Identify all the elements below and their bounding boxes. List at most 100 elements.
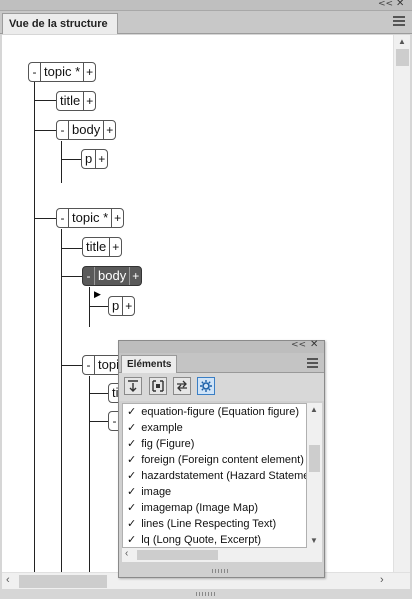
list-item[interactable]: ✓ hazardstatement (Hazard Statemen: [123, 468, 306, 484]
element-label: foreign (Foreign content element): [141, 454, 304, 466]
list-item[interactable]: ✓ fig (Figure): [123, 436, 306, 452]
element-label: example: [141, 422, 183, 434]
node-topic-2[interactable]: - topic * +: [56, 208, 125, 228]
collapse-panel-icon[interactable]: <<: [291, 340, 306, 350]
element-label: image: [141, 486, 172, 498]
elements-horizontal-scrollbar[interactable]: ‹: [122, 548, 322, 562]
resize-grip-icon[interactable]: [212, 569, 230, 573]
tree-connector: [89, 421, 109, 422]
element-label: lines (Line Respecting Text): [141, 518, 277, 530]
check-icon: ✓: [127, 485, 137, 498]
node-p-2[interactable]: p +: [108, 296, 136, 316]
scroll-left-icon[interactable]: ‹: [125, 548, 128, 559]
collapse-node-button[interactable]: -: [57, 121, 69, 139]
node-label: p: [112, 298, 120, 313]
collapse-node-button[interactable]: -: [29, 63, 41, 81]
close-panel-icon[interactable]: ✕: [396, 0, 404, 9]
node-label: title: [60, 93, 81, 108]
scroll-thumb[interactable]: [309, 445, 320, 472]
tree-connector: [34, 100, 57, 101]
tree-vertical-scrollbar[interactable]: ▲: [393, 35, 410, 572]
node-title-2[interactable]: title +: [82, 237, 123, 257]
resize-grip-icon[interactable]: [196, 592, 216, 596]
element-label: fig (Figure): [141, 438, 195, 450]
tree-connector: [61, 159, 81, 160]
scroll-right-icon[interactable]: ›: [380, 574, 384, 586]
tree-connector: [89, 306, 109, 307]
add-child-button[interactable]: +: [103, 121, 115, 139]
list-item[interactable]: ✓ lq (Long Quote, Excerpt): [123, 532, 306, 547]
check-icon: ✓: [127, 533, 137, 546]
check-icon: ✓: [127, 453, 137, 466]
node-label: title: [86, 239, 107, 254]
add-child-button[interactable]: +: [109, 238, 121, 256]
node-label: body: [72, 122, 101, 137]
elements-toolbar: [119, 373, 324, 401]
elements-tab-bar: Eléments: [119, 353, 324, 373]
scroll-thumb[interactable]: [396, 49, 409, 66]
tree-connector: [89, 287, 90, 327]
tab-bar: Vue de la structure: [0, 11, 412, 34]
tree-connector: [61, 141, 62, 183]
node-label: p: [85, 151, 93, 166]
list-item[interactable]: ✓ foreign (Foreign content element): [123, 452, 306, 468]
check-icon: ✓: [127, 517, 137, 530]
scroll-left-icon[interactable]: ‹: [6, 574, 10, 586]
collapse-node-button[interactable]: -: [83, 267, 95, 285]
node-p-1[interactable]: p +: [81, 149, 109, 169]
change-icon[interactable]: [173, 377, 191, 395]
node-body-2-selected[interactable]: - body +: [82, 266, 143, 286]
tree-connector: [34, 82, 35, 572]
panel-menu-icon[interactable]: [393, 16, 405, 26]
tree-connector: [34, 130, 57, 131]
node-body-1[interactable]: - body +: [56, 120, 117, 140]
add-child-button[interactable]: +: [122, 297, 134, 315]
close-panel-icon[interactable]: ✕: [310, 339, 318, 350]
panel-menu-icon[interactable]: [307, 358, 318, 368]
tree-connector: [61, 229, 62, 572]
list-item[interactable]: ✓ example: [123, 420, 306, 436]
node-label: body: [98, 268, 127, 283]
list-item[interactable]: ✓ image: [123, 484, 306, 500]
list-item[interactable]: ✓ imagemap (Image Map): [123, 500, 306, 516]
panel-titlebar: << ✕: [0, 0, 412, 11]
node-topic-root[interactable]: - topic * +: [28, 62, 97, 82]
scroll-up-icon[interactable]: ▲: [310, 405, 318, 414]
element-label: imagemap (Image Map): [141, 502, 258, 514]
scroll-thumb[interactable]: [137, 550, 218, 560]
check-icon: ✓: [127, 421, 137, 434]
check-icon: ✓: [127, 405, 137, 418]
structure-view-window: << ✕ Vue de la structure - topic * + tit…: [0, 0, 412, 599]
collapse-panel-icon[interactable]: <<: [378, 0, 393, 9]
element-label: hazardstatement (Hazard Statemen: [141, 470, 307, 482]
scroll-down-icon[interactable]: ▼: [310, 536, 318, 545]
tree-connector: [89, 376, 90, 572]
list-item[interactable]: ✓ equation-figure (Equation figure): [123, 404, 306, 420]
tree-connector: [61, 365, 83, 366]
add-child-button[interactable]: +: [83, 63, 95, 81]
element-label: equation-figure (Equation figure): [141, 406, 299, 418]
options-gear-icon[interactable]: [197, 377, 215, 395]
wrap-icon[interactable]: [149, 377, 167, 395]
check-icon: ✓: [127, 437, 137, 450]
elements-panel: << ✕ Eléments ✓ equation-figure (Equation…: [118, 339, 325, 578]
list-item[interactable]: ✓ lines (Line Respecting Text): [123, 516, 306, 532]
collapse-node-button[interactable]: -: [57, 209, 69, 227]
collapse-node-button[interactable]: -: [83, 356, 95, 374]
elements-list[interactable]: ✓ equation-figure (Equation figure) ✓ exam…: [122, 403, 307, 548]
add-child-button[interactable]: +: [83, 92, 95, 110]
insert-before-icon[interactable]: [124, 377, 142, 395]
scroll-up-icon[interactable]: ▲: [398, 37, 406, 46]
elements-panel-titlebar[interactable]: << ✕: [119, 339, 324, 353]
scroll-thumb[interactable]: [19, 575, 107, 588]
node-title-1[interactable]: title +: [56, 91, 97, 111]
check-icon: ✓: [127, 469, 137, 482]
add-child-button[interactable]: +: [129, 267, 141, 285]
add-child-button[interactable]: +: [95, 150, 107, 168]
tab-structure-view[interactable]: Vue de la structure: [2, 13, 118, 34]
insertion-caret-icon: ▶: [94, 289, 101, 299]
elements-vertical-scrollbar[interactable]: ▲ ▼: [307, 403, 322, 548]
tab-elements[interactable]: Eléments: [121, 355, 177, 373]
tree-connector: [34, 218, 57, 219]
add-child-button[interactable]: +: [111, 209, 123, 227]
